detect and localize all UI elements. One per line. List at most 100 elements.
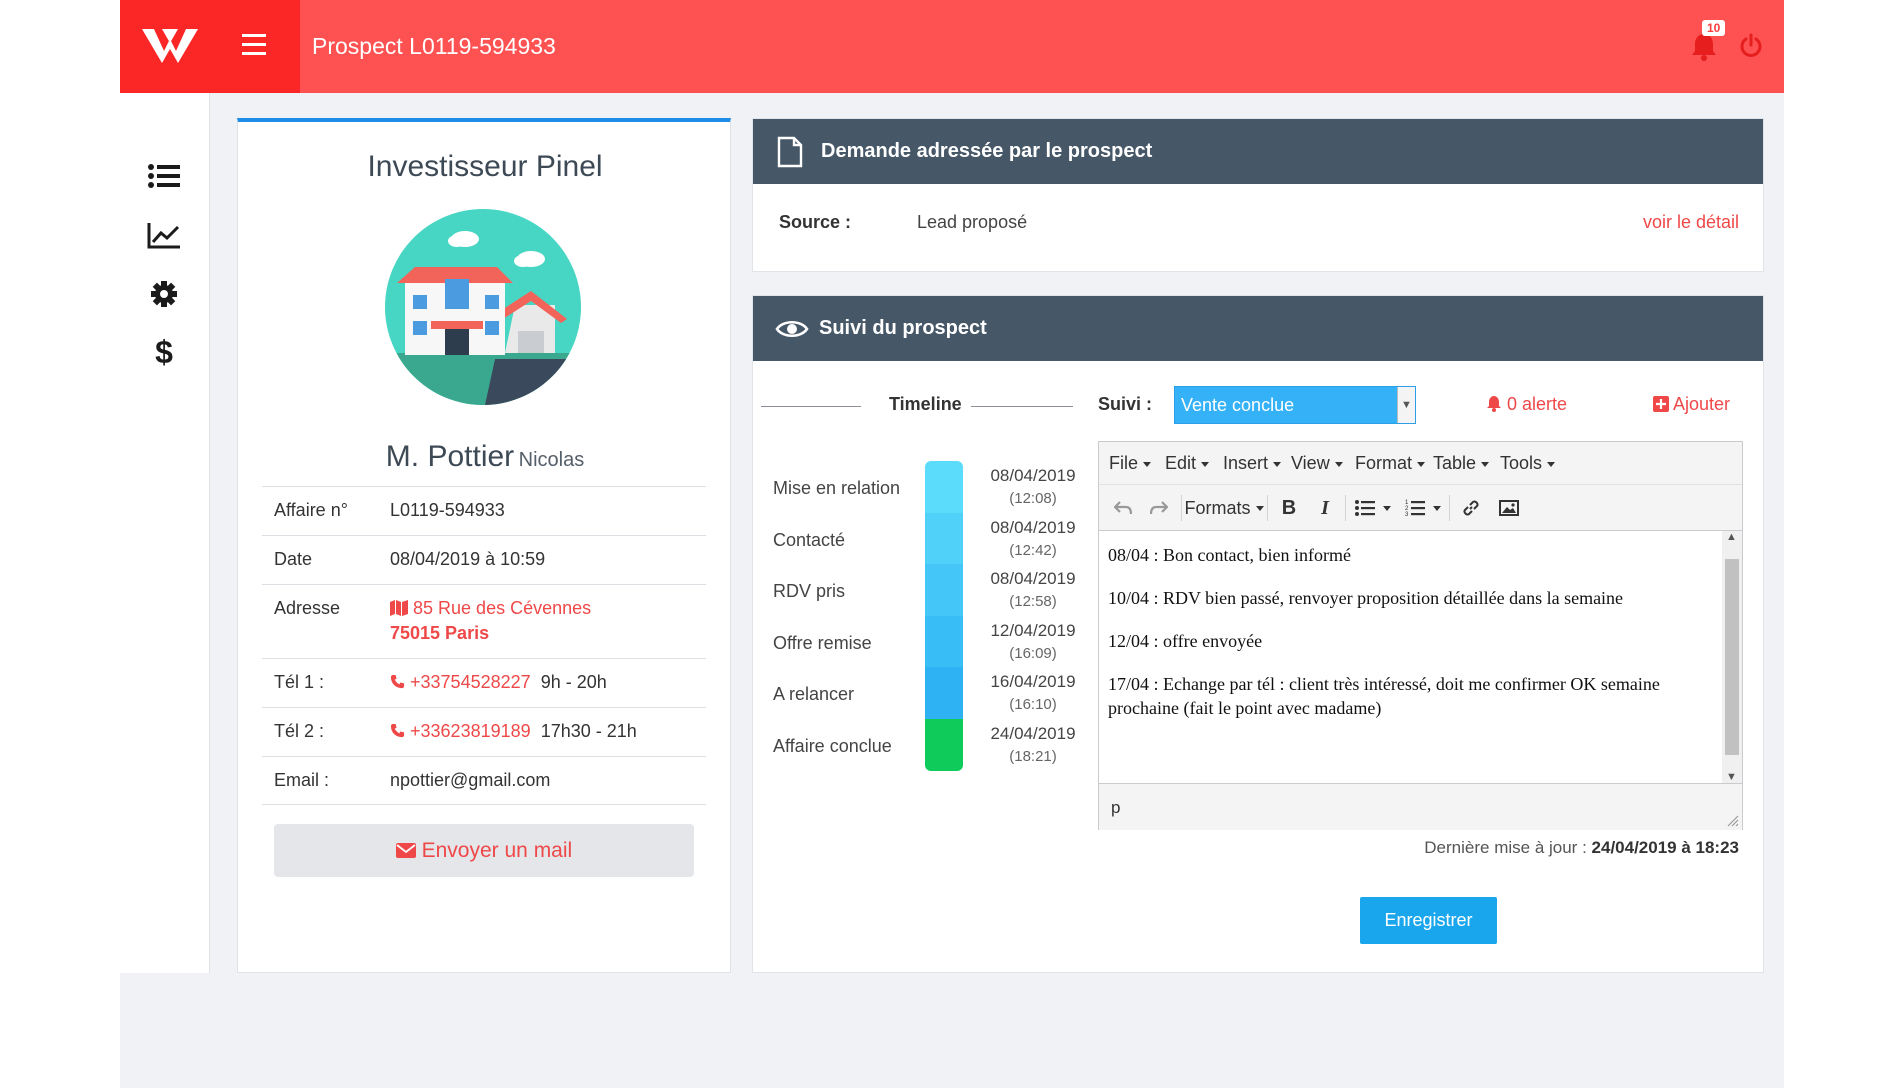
address-line2: 75015 Paris bbox=[390, 623, 490, 643]
timeline-date: 08/04/2019 bbox=[990, 517, 1076, 537]
info-row-date: Date 08/04/2019 à 10:59 bbox=[262, 535, 706, 584]
prospect-card: Investisseur Pinel M. Pottier Nicolas Af… bbox=[237, 118, 731, 973]
address-line1: 85 Rue des Cévennes bbox=[413, 598, 592, 618]
formats-label: Formats bbox=[1184, 497, 1251, 518]
followup-card-title: Suivi du prospect bbox=[819, 317, 987, 339]
gear-icon[interactable] bbox=[146, 278, 182, 310]
send-mail-button[interactable]: Envoyer un mail bbox=[274, 824, 694, 877]
menu-file[interactable]: File bbox=[1109, 453, 1152, 474]
timeline-date: 12/04/2019 bbox=[990, 620, 1076, 640]
list-icon[interactable] bbox=[146, 160, 182, 192]
scroll-up-icon[interactable]: ▲ bbox=[1726, 531, 1737, 543]
email-label: Email : bbox=[274, 770, 330, 790]
w-logo-icon bbox=[142, 29, 198, 63]
source-label: Source : bbox=[779, 212, 852, 232]
map-icon bbox=[390, 600, 408, 616]
svg-text:3: 3 bbox=[1405, 512, 1409, 517]
phone-icon bbox=[390, 723, 405, 738]
plus-square-icon bbox=[1653, 396, 1669, 412]
timeline-bar-segment bbox=[925, 667, 963, 719]
editor-statusbar: p bbox=[1099, 783, 1742, 830]
view-detail-link[interactable]: voir le détail bbox=[1643, 212, 1739, 233]
prospect-name: M. Pottier Nicolas bbox=[238, 440, 732, 474]
editor-paragraph[interactable]: 17/04 : Echange par tél : client très in… bbox=[1108, 672, 1712, 720]
bold-icon[interactable]: B bbox=[1275, 494, 1303, 522]
info-row-address: Adresse 85 Rue des Cévennes 75015 Paris bbox=[262, 584, 706, 658]
scroll-thumb[interactable] bbox=[1725, 559, 1739, 755]
link-icon[interactable] bbox=[1457, 494, 1485, 522]
editor-paragraph[interactable]: 08/04 : Bon contact, bien informé bbox=[1108, 543, 1712, 567]
alert-link[interactable]: 0 alerte bbox=[1486, 394, 1567, 415]
editor-paragraph[interactable]: 12/04 : offre envoyée bbox=[1108, 629, 1712, 653]
menu-table[interactable]: Table bbox=[1433, 453, 1490, 474]
tel1-hours: 9h - 20h bbox=[540, 672, 607, 692]
formats-dropdown[interactable]: Formats bbox=[1185, 494, 1264, 522]
prospect-type-title: Investisseur Pinel bbox=[367, 150, 603, 183]
tel1-link[interactable]: +33754528227 bbox=[390, 672, 536, 692]
prospect-info-table: Affaire n° L0119-594933 Date 08/04/2019 … bbox=[262, 486, 706, 805]
house-avatar bbox=[385, 209, 581, 405]
tel2-label: Tél 2 : bbox=[274, 721, 325, 741]
timeline-label: Timeline bbox=[889, 394, 962, 414]
undo-icon[interactable] bbox=[1109, 494, 1137, 522]
timeline-step: Contacté bbox=[773, 529, 846, 550]
numbered-list-icon[interactable]: 123 bbox=[1403, 494, 1443, 522]
menu-format[interactable]: Format bbox=[1355, 453, 1426, 474]
timeline-header: Timeline bbox=[761, 394, 1073, 418]
power-icon[interactable] bbox=[1738, 33, 1764, 59]
timeline-date: 16/04/2019 bbox=[990, 672, 1076, 692]
rich-text-editor: File Edit Insert View Format Table Tools Forma… bbox=[1098, 441, 1743, 830]
bell-icon[interactable] bbox=[1690, 32, 1720, 62]
suivi-status-select[interactable]: Vente conclue ▼ bbox=[1174, 386, 1416, 424]
timeline-bar-segment bbox=[925, 564, 963, 616]
request-card-header: Demande adressée par le prospect bbox=[753, 119, 1763, 184]
last-update-label: Dernière mise à jour : bbox=[1424, 838, 1587, 857]
resize-handle-icon[interactable] bbox=[1727, 815, 1739, 827]
editor-scrollbar[interactable]: ▲ ▼ bbox=[1722, 531, 1742, 783]
timeline-time: (12:58) bbox=[1009, 593, 1057, 611]
timeline-bar-segment bbox=[925, 615, 963, 668]
redo-icon[interactable] bbox=[1145, 494, 1173, 522]
address-link[interactable]: 85 Rue des Cévennes bbox=[390, 598, 591, 619]
menu-edit[interactable]: Edit bbox=[1165, 453, 1210, 474]
bullet-list-icon[interactable] bbox=[1353, 494, 1393, 522]
tel2-number: +33623819189 bbox=[410, 721, 531, 741]
timeline-time: (18:21) bbox=[1009, 748, 1057, 765]
menu-tools[interactable]: Tools bbox=[1500, 453, 1556, 474]
info-row-tel1: Tél 1 : +33754528227 9h - 20h bbox=[262, 658, 706, 707]
italic-icon[interactable]: I bbox=[1311, 494, 1339, 522]
editor-path: p bbox=[1111, 798, 1121, 817]
source-value: Lead proposé bbox=[917, 212, 1028, 232]
menu-view[interactable]: View bbox=[1291, 453, 1343, 474]
chevron-down-icon: ▼ bbox=[1397, 387, 1415, 423]
alert-label: 0 alerte bbox=[1507, 394, 1568, 414]
timeline-bar-segment bbox=[925, 719, 963, 771]
editor-menubar: File Edit Insert View Format Table Tools bbox=[1099, 442, 1742, 485]
timeline-step: Affaire conclue bbox=[773, 736, 892, 756]
affaire-value: L0119-594933 bbox=[390, 500, 505, 520]
timeline-date: 08/04/2019 bbox=[990, 466, 1076, 485]
last-update-value: 24/04/2019 à 18:23 bbox=[1591, 838, 1739, 857]
date-value: 08/04/2019 à 10:59 bbox=[390, 549, 546, 569]
timeline-date: 08/04/2019 bbox=[990, 569, 1076, 589]
info-row-email: Email : npottier@gmail.com bbox=[262, 756, 706, 805]
logo-box[interactable] bbox=[120, 0, 300, 93]
affaire-label: Affaire n° bbox=[274, 500, 348, 520]
chart-line-icon[interactable] bbox=[146, 219, 182, 251]
last-update: Dernière mise à jour : 24/04/2019 à 18:2… bbox=[1424, 838, 1739, 858]
image-icon[interactable] bbox=[1495, 494, 1523, 522]
document-icon bbox=[777, 136, 803, 168]
editor-paragraph[interactable]: 10/04 : RDV bien passé, renvoyer proposi… bbox=[1108, 586, 1712, 610]
save-button[interactable]: Enregistrer bbox=[1360, 897, 1497, 944]
timeline-bar-segment bbox=[925, 512, 963, 565]
tel2-link[interactable]: +33623819189 bbox=[390, 721, 536, 741]
timeline-time: (12:08) bbox=[1009, 490, 1057, 507]
tel2-value: +33623819189 17h30 - 21h bbox=[390, 721, 637, 742]
add-link[interactable]: Ajouter bbox=[1653, 394, 1730, 415]
hamburger-icon[interactable] bbox=[242, 34, 266, 56]
editor-content[interactable]: 08/04 : Bon contact, bien informé 10/04 :… bbox=[1099, 531, 1721, 783]
menu-insert[interactable]: Insert bbox=[1223, 453, 1282, 474]
dollar-icon[interactable]: $ bbox=[146, 334, 182, 370]
timeline-time: (12:42) bbox=[1009, 541, 1057, 559]
scroll-down-icon[interactable]: ▼ bbox=[1726, 771, 1737, 783]
